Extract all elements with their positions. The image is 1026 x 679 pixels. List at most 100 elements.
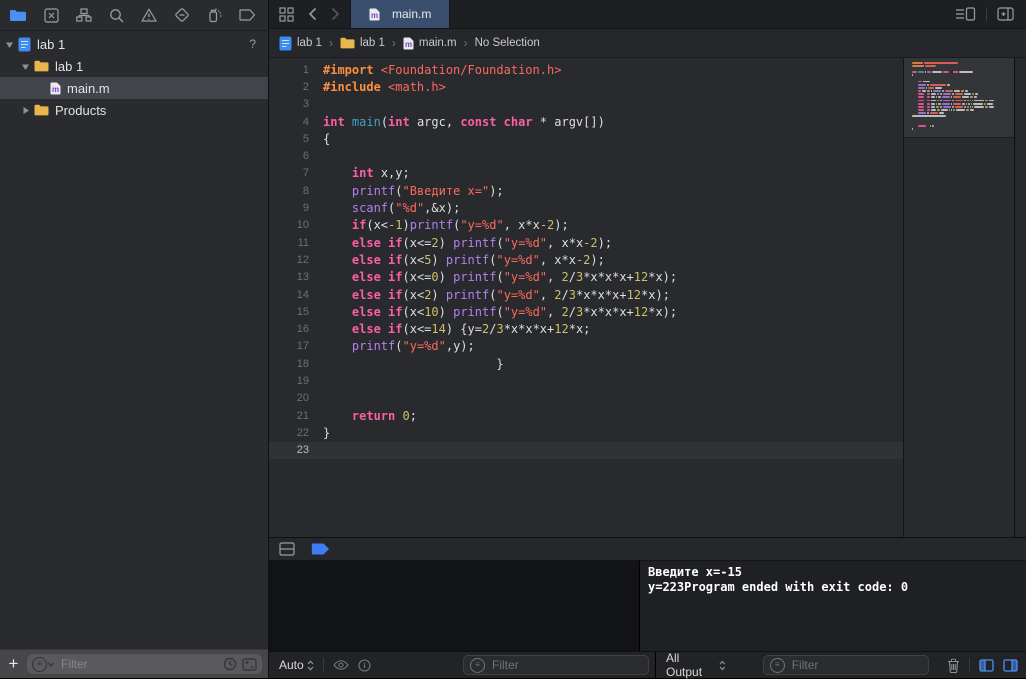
sidebar-item-products[interactable]: Products [0, 99, 268, 121]
back-button[interactable] [308, 7, 317, 21]
find-navigator-icon[interactable] [109, 7, 124, 23]
eye-icon[interactable] [332, 660, 349, 670]
tab-bar: m main.m [269, 0, 1026, 28]
code-line-15[interactable]: 15 else if(x<10) printf("y=%d", 2/3*x*x*… [269, 303, 903, 320]
project-file-icon [279, 36, 292, 50]
forward-button[interactable] [331, 7, 340, 21]
output-scope-label: All Output [666, 651, 703, 679]
disclosure-triangle[interactable] [20, 62, 30, 71]
disclosure-triangle[interactable] [20, 106, 30, 115]
console-bar: All Output ≡ [655, 651, 1026, 679]
code-line-6[interactable]: 6 [269, 147, 903, 164]
symbol-navigator-icon[interactable] [76, 7, 92, 23]
plus-minus-filter-icon[interactable] [242, 657, 257, 671]
related-items-icon[interactable] [279, 6, 294, 22]
code-line-2[interactable]: 2 #include <math.h> [269, 78, 903, 95]
variables-scope-dropdown[interactable]: Auto [279, 658, 314, 672]
breadcrumb-label: No Selection [474, 37, 540, 49]
svg-text:m: m [371, 11, 378, 20]
sidebar-item-lab-1[interactable]: lab 1? [0, 33, 268, 55]
console-filter-input[interactable] [789, 657, 904, 673]
breakpoints-toggle-icon[interactable] [311, 543, 330, 555]
code-line-10[interactable]: 10 if(x<-1)printf("y=%d", x*x-2); [269, 217, 903, 234]
code-line-23[interactable]: 23 [269, 441, 903, 459]
source-control-status-badge: ? [249, 37, 256, 51]
add-button[interactable]: + [6, 654, 21, 674]
breadcrumb-label: lab 1 [359, 37, 385, 49]
project-tree: lab 1? lab 1 m main.m Products [0, 31, 268, 649]
code-line-1[interactable]: 1 #import <Foundation/Foundation.h> [269, 61, 903, 78]
navigator-icon-bar [0, 0, 287, 31]
code-line-7[interactable]: 7 int x,y; [269, 165, 903, 182]
svg-text:m: m [52, 85, 59, 94]
code-area[interactable]: 1 #import <Foundation/Foundation.h> 2 #incl… [269, 58, 903, 537]
folder-icon [34, 60, 49, 72]
output-scope-dropdown[interactable]: All Output [666, 651, 726, 679]
variables-filter-field[interactable]: ≡ [463, 655, 649, 675]
navigator-filter-input[interactable] [59, 656, 218, 672]
code-line-12[interactable]: 12 else if(x<5) printf("y=%d", x*x-2); [269, 251, 903, 268]
code-line-18[interactable]: 18 } [269, 355, 903, 372]
sidebar-item-main.m[interactable]: m main.m [0, 77, 268, 99]
code-line-5[interactable]: 5{ [269, 130, 903, 147]
filter-icon: ≡ [32, 656, 47, 672]
project-navigator-icon[interactable] [10, 7, 27, 23]
source-editor[interactable]: 1 #import <Foundation/Foundation.h> 2 #incl… [269, 58, 1026, 537]
breakpoint-navigator-icon[interactable] [239, 7, 256, 23]
test-navigator-icon[interactable] [174, 7, 190, 23]
show-variables-view-toggle[interactable] [979, 658, 994, 672]
project-file-icon [18, 37, 31, 51]
code-line-4[interactable]: 4 int main(int argc, const char * argv[]) [269, 113, 903, 130]
debug-navigator-icon[interactable] [207, 7, 222, 23]
source-control-navigator-icon[interactable] [44, 7, 59, 23]
issue-navigator-icon[interactable] [141, 7, 157, 23]
item-label: Products [55, 102, 107, 118]
code-line-11[interactable]: 11 else if(x<=2) printf("y=%d", x*x-2); [269, 234, 903, 251]
minimap[interactable] [903, 58, 1014, 537]
breadcrumb-separator: › [328, 36, 333, 50]
code-line-3[interactable]: 3 [269, 96, 903, 113]
variables-view[interactable] [269, 561, 639, 651]
item-label: lab 1 [55, 58, 84, 74]
updown-chevrons-icon [719, 660, 726, 670]
item-label: main.m [67, 80, 110, 96]
breadcrumb-item[interactable]: No Selection [475, 37, 540, 49]
debug-bar [269, 537, 1026, 561]
trash-icon[interactable] [947, 658, 960, 673]
breadcrumb-item[interactable]: lab 1 [279, 36, 322, 51]
code-line-8[interactable]: 8 printf("Введите x="); [269, 182, 903, 199]
info-icon[interactable] [358, 658, 371, 672]
sidebar-item-lab-1[interactable]: lab 1 [0, 55, 268, 77]
navigator-filter-field[interactable]: ≡ [27, 654, 262, 674]
tab-main-m[interactable]: m main.m [350, 0, 451, 28]
debug-bottom-bars: Auto ≡ All Output [269, 651, 1026, 679]
filter-icon: ≡ [769, 657, 785, 673]
folder-icon [34, 104, 49, 116]
sidebar-filter-bar: + ≡ [0, 649, 268, 678]
breadcrumb-item[interactable]: lab 1 [340, 37, 385, 49]
code-line-19[interactable]: 19 [269, 372, 903, 389]
code-line-9[interactable]: 9 scanf("%d",&x); [269, 199, 903, 216]
console-line: Введите x=-15 [648, 565, 742, 579]
breadcrumb-label: lab 1 [297, 37, 322, 49]
hide-debug-area-icon[interactable] [279, 542, 295, 556]
variables-filter-input[interactable] [490, 657, 604, 673]
editor-options-icon[interactable] [956, 7, 976, 21]
console-output[interactable]: Введите x=-15 y=223Program ended with exi… [639, 561, 1026, 651]
recents-clock-icon[interactable] [223, 657, 237, 671]
disclosure-triangle[interactable] [4, 40, 14, 49]
filter-icon: ≡ [470, 657, 485, 673]
console-filter-field[interactable]: ≡ [762, 655, 930, 675]
show-console-view-toggle[interactable] [1003, 658, 1018, 672]
code-line-20[interactable]: 20 [269, 390, 903, 407]
code-line-14[interactable]: 14 else if(x<2) printf("y=%d", 2/3*x*x*x… [269, 286, 903, 303]
code-line-13[interactable]: 13 else if(x<=0) printf("y=%d", 2/3*x*x*… [269, 269, 903, 286]
debug-area: Введите x=-15 y=223Program ended with exi… [269, 561, 1026, 651]
add-editor-icon[interactable] [997, 7, 1014, 21]
code-line-17[interactable]: 17 printf("y=%d",y); [269, 338, 903, 355]
svg-text:m: m [405, 40, 412, 49]
code-line-21[interactable]: 21 return 0; [269, 407, 903, 424]
code-line-16[interactable]: 16 else if(x<=14) {y=2/3*x*x*x+12*x; [269, 320, 903, 337]
breadcrumb-item[interactable]: m main.m [403, 37, 457, 50]
code-line-22[interactable]: 22} [269, 424, 903, 441]
